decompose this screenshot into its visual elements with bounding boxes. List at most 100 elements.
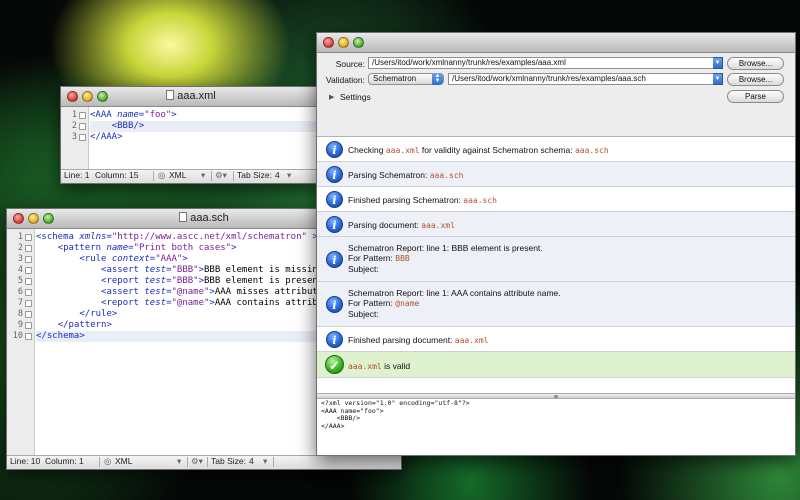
column-indicator: Column: 1 bbox=[45, 456, 84, 466]
aaa-xml-titlebar[interactable]: aaa.xml bbox=[61, 87, 321, 107]
validity-result-item[interactable]: ✓ aaa.xml is valid bbox=[317, 352, 795, 378]
code-token: <report bbox=[101, 298, 145, 308]
language-popup[interactable]: XML bbox=[115, 456, 132, 467]
code-token: </schema> bbox=[36, 331, 85, 341]
list-item[interactable]: i Checking aaa.xml for validity against … bbox=[317, 137, 795, 162]
minimize-button[interactable] bbox=[338, 37, 349, 48]
code-token: > bbox=[182, 254, 188, 264]
gear-icon[interactable]: ⚙▾ bbox=[191, 456, 203, 467]
close-button[interactable] bbox=[323, 37, 334, 48]
code-token: "foo" bbox=[144, 110, 172, 120]
fold-toggle-icon[interactable] bbox=[25, 267, 32, 274]
code-token: "@name" bbox=[171, 298, 210, 308]
parse-button[interactable]: Parse bbox=[727, 90, 784, 103]
status-bar: Line: 10 Column: 1 ◎ XML ▾ ⚙▾ Tab Size: … bbox=[7, 455, 401, 469]
aaa-xml-window: aaa.xml 123 <AAA name="foo"> <BBB/> </AAA… bbox=[60, 86, 322, 184]
list-item[interactable]: i Finished parsing document: aaa.xml bbox=[317, 327, 795, 352]
code-area[interactable]: <AAA name="foo"> <BBB/> </AAA> bbox=[90, 107, 321, 169]
line-number: 5 bbox=[7, 276, 34, 287]
line-number: 7 bbox=[7, 298, 34, 309]
code-token: <assert bbox=[101, 287, 145, 297]
code-line[interactable]: <AAA name="foo"> bbox=[90, 110, 321, 121]
window-title: aaa.xml bbox=[177, 90, 216, 102]
schema-browse-button[interactable]: Browse... bbox=[727, 73, 784, 86]
code-line[interactable]: <BBB/> bbox=[90, 121, 321, 132]
zoom-button[interactable] bbox=[353, 37, 364, 48]
code-token: > bbox=[171, 110, 177, 120]
code-token: "BBB" bbox=[171, 276, 199, 286]
fold-toggle-icon[interactable] bbox=[79, 123, 86, 130]
tab-size-label: Tab Size: bbox=[211, 456, 246, 466]
code-token: xmlns= bbox=[79, 232, 112, 242]
validator-titlebar[interactable] bbox=[317, 33, 795, 53]
fold-toggle-icon[interactable] bbox=[25, 256, 32, 263]
code-token: test= bbox=[144, 298, 172, 308]
code-token: "http://www.ascc.net/xml/schematron" bbox=[111, 232, 307, 242]
list-item[interactable]: i Schematron Report: line 1: BBB element… bbox=[317, 237, 795, 282]
xml-editor[interactable]: 123 <AAA name="foo"> <BBB/> </AAA> bbox=[61, 107, 321, 169]
code-token: </rule> bbox=[79, 309, 118, 319]
line-number: 1 bbox=[7, 232, 34, 243]
disclosure-triangle-icon[interactable]: ▶ bbox=[329, 93, 334, 101]
settings-toggle[interactable]: Settings bbox=[340, 92, 371, 102]
validation-type-select[interactable]: Schematron ▲ ▼ bbox=[368, 73, 444, 85]
list-item[interactable]: i Schematron Report: line 1: AAA contain… bbox=[317, 282, 795, 327]
code-token: <assert bbox=[101, 265, 145, 275]
fold-toggle-icon[interactable] bbox=[25, 333, 32, 340]
message-list[interactable]: i Checking aaa.xml for validity against … bbox=[317, 137, 795, 393]
source-label: Source: bbox=[335, 59, 365, 69]
line-number: 8 bbox=[7, 309, 34, 320]
info-icon: i bbox=[326, 166, 343, 183]
code-token: name= bbox=[106, 243, 134, 253]
line-number-gutter: 123 bbox=[61, 107, 89, 169]
code-token: <report bbox=[101, 276, 145, 286]
fold-toggle-icon[interactable] bbox=[79, 134, 86, 141]
code-token: BBB element is missing. bbox=[204, 265, 329, 275]
source-path-field[interactable]: /Users/itod/work/xmlnanny/trunk/res/exam… bbox=[368, 57, 714, 69]
list-item[interactable]: i Parsing Schematron: aaa.sch bbox=[317, 162, 795, 187]
code-token: <pattern bbox=[57, 243, 107, 253]
fold-toggle-icon[interactable] bbox=[79, 112, 86, 119]
language-popup[interactable]: XML bbox=[169, 170, 186, 181]
code-token: <BBB/> bbox=[111, 121, 145, 131]
code-token: BBB element is present. bbox=[204, 276, 329, 286]
source-history-dropdown[interactable]: ▼ bbox=[713, 57, 723, 69]
tab-size-value[interactable]: 4 bbox=[275, 170, 280, 181]
checkmark-icon: ✓ bbox=[325, 355, 344, 374]
fold-toggle-icon[interactable] bbox=[25, 300, 32, 307]
code-token: "Print both cases" bbox=[133, 243, 232, 253]
tab-size-label: Tab Size: bbox=[237, 170, 272, 180]
code-token: "AAA" bbox=[155, 254, 183, 264]
fold-toggle-icon[interactable] bbox=[25, 322, 32, 329]
line-number: 3 bbox=[61, 132, 88, 143]
grip-icon bbox=[554, 395, 558, 398]
schema-path-field[interactable]: /Users/itod/work/xmlnanny/trunk/res/exam… bbox=[448, 73, 714, 85]
fold-toggle-icon[interactable] bbox=[25, 278, 32, 285]
tab-size-value[interactable]: 4 bbox=[249, 456, 254, 467]
fold-toggle-icon[interactable] bbox=[25, 289, 32, 296]
code-token: test= bbox=[144, 287, 172, 297]
schema-history-dropdown[interactable]: ▼ bbox=[713, 73, 723, 85]
validation-type-value: Schematron bbox=[373, 74, 417, 83]
fold-toggle-icon[interactable] bbox=[25, 245, 32, 252]
code-token: <rule bbox=[79, 254, 112, 264]
source-browse-button[interactable]: Browse... bbox=[727, 57, 784, 70]
source-output-view[interactable]: <?xml version="1.0" encoding="utf-8"?> <… bbox=[321, 399, 795, 455]
code-token: context= bbox=[111, 254, 156, 264]
document-icon bbox=[179, 212, 188, 222]
line-number: 2 bbox=[7, 243, 34, 254]
code-token: </AAA> bbox=[90, 132, 123, 142]
code-line[interactable]: </AAA> bbox=[90, 132, 321, 143]
info-icon: i bbox=[326, 296, 343, 313]
fold-toggle-icon[interactable] bbox=[25, 234, 32, 241]
column-indicator: Column: 15 bbox=[95, 170, 139, 180]
code-token: "BBB" bbox=[171, 265, 199, 275]
gear-icon[interactable]: ⚙▾ bbox=[215, 170, 227, 181]
list-item[interactable]: i Parsing document: aaa.xml bbox=[317, 212, 795, 237]
fold-toggle-icon[interactable] bbox=[25, 311, 32, 318]
list-item[interactable]: i Finished parsing Schematron: aaa.sch bbox=[317, 187, 795, 212]
